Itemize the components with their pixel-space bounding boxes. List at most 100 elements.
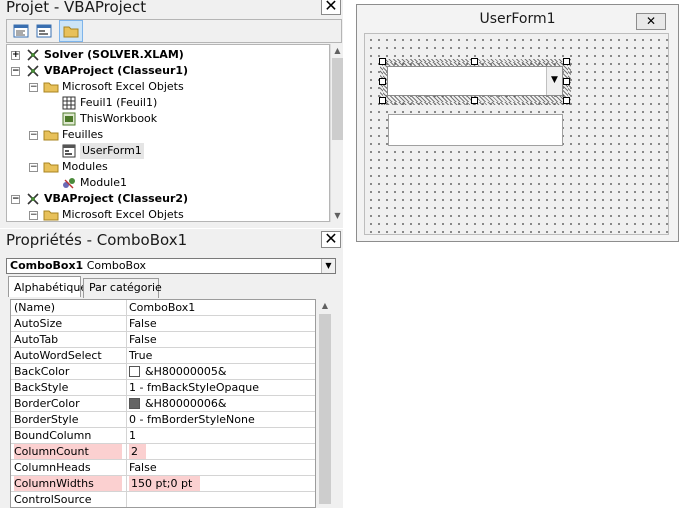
vba-project-icon: [25, 48, 41, 62]
property-row[interactable]: AutoTab False: [11, 332, 315, 348]
tree-item[interactable]: UserForm1: [7, 143, 327, 159]
property-value[interactable]: True: [129, 348, 152, 363]
collapse-icon[interactable]: −: [29, 131, 38, 140]
property-row[interactable]: AutoWordSelect True: [11, 348, 315, 364]
scroll-thumb[interactable]: [332, 58, 343, 140]
column-divider: [126, 476, 127, 492]
view-object-icon[interactable]: [36, 23, 53, 39]
color-swatch: [129, 366, 140, 377]
object-name: ComboBox1: [10, 259, 84, 272]
column-divider: [126, 396, 127, 412]
property-row[interactable]: AutoSize False: [11, 316, 315, 332]
property-value[interactable]: 1 - fmBackStyleOpaque: [129, 380, 259, 395]
column-divider: [126, 332, 127, 348]
property-row[interactable]: BorderStyle 0 - fmBorderStyleNone: [11, 412, 315, 428]
collapse-icon[interactable]: −: [11, 67, 20, 76]
column-divider: [126, 428, 127, 444]
property-value[interactable]: False: [129, 332, 157, 347]
property-row[interactable]: ColumnWidths 150 pt;0 pt: [11, 476, 315, 492]
property-value[interactable]: 1: [129, 428, 136, 443]
property-name: BorderStyle: [14, 413, 79, 426]
property-name: AutoSize: [14, 317, 63, 330]
tab-alphabetique[interactable]: Alphabétique: [8, 276, 87, 297]
toggle-folders-button[interactable]: [59, 20, 83, 42]
tree-item-label: VBAProject (Classeur1): [44, 64, 189, 77]
collapse-icon[interactable]: −: [29, 163, 38, 172]
tree-item-label: Modules: [62, 160, 108, 173]
property-value[interactable]: &H80000006&: [129, 396, 226, 411]
module-icon: [61, 176, 77, 190]
tree-item-label: UserForm1: [80, 143, 144, 159]
property-row[interactable]: ColumnHeads False: [11, 460, 315, 476]
expand-icon[interactable]: +: [11, 51, 20, 60]
properties-close-button[interactable]: ✕: [321, 231, 341, 248]
collapse-icon[interactable]: −: [29, 83, 38, 92]
properties-title: Propriétés - ComboBox1: [6, 231, 188, 249]
property-name: ColumnCount: [14, 444, 122, 459]
chevron-down-icon[interactable]: ▼: [321, 259, 335, 273]
property-name: ControlSource: [14, 493, 92, 506]
folder-icon: [43, 128, 59, 142]
tree-item-label: VBAProject (Classeur2): [44, 192, 189, 205]
project-explorer-close-button[interactable]: ✕: [321, 0, 341, 15]
properties-pane: Propriétés - ComboBox1 ✕ ComboBox1 Combo…: [0, 229, 343, 508]
property-value[interactable]: 2: [129, 444, 146, 459]
tree-item-label: Microsoft Excel Objets: [62, 208, 184, 221]
column-divider: [126, 444, 127, 460]
project-tree-scrollbar[interactable]: ▲ ▼: [330, 44, 343, 222]
object-selector-dropdown[interactable]: ComboBox1 ComboBox ▼: [6, 258, 336, 274]
tree-item[interactable]: − VBAProject (Classeur1): [7, 63, 327, 79]
property-name: ColumnWidths: [14, 476, 122, 491]
property-name: BoundColumn: [14, 429, 92, 442]
property-value[interactable]: 150 pt;0 pt: [129, 476, 201, 491]
collapse-icon[interactable]: −: [29, 211, 38, 220]
userform-close-button[interactable]: ✕: [636, 13, 666, 30]
project-explorer-pane: Projet - VBAProject ✕ + Solver (SOLVER.XL…: [0, 0, 343, 228]
tab-par-categorie[interactable]: Par catégorie: [83, 278, 162, 298]
workbook-icon: [61, 112, 77, 126]
property-value[interactable]: ComboBox1: [129, 300, 195, 315]
tree-item-label: Solver (SOLVER.XLAM): [44, 48, 184, 61]
property-value[interactable]: &H80000005&: [129, 364, 226, 379]
property-value[interactable]: False: [129, 460, 157, 475]
folder-icon: [63, 26, 79, 38]
tree-item[interactable]: − Modules: [7, 159, 327, 175]
tree-item[interactable]: Feuil1 (Feuil1): [7, 95, 327, 111]
project-explorer-title: Projet - VBAProject: [6, 0, 147, 16]
view-code-icon[interactable]: [13, 23, 30, 39]
property-name: BorderColor: [14, 397, 80, 410]
tree-item[interactable]: − Microsoft Excel Objets: [7, 207, 327, 221]
tree-item[interactable]: − Feuilles: [7, 127, 327, 143]
tree-item-label: Feuil1 (Feuil1): [80, 96, 158, 109]
scroll-up-arrow-icon[interactable]: ▲: [318, 299, 332, 313]
scroll-down-arrow-icon[interactable]: ▼: [331, 209, 344, 222]
property-value[interactable]: 0 - fmBorderStyleNone: [129, 412, 255, 427]
property-row[interactable]: BorderColor &H80000006&: [11, 396, 315, 412]
property-row[interactable]: ColumnCount 2: [11, 444, 315, 460]
property-row[interactable]: ControlSource: [11, 492, 315, 507]
object-type: ComboBox: [86, 259, 147, 272]
tree-item-label: Module1: [80, 176, 127, 189]
folder-icon: [43, 160, 59, 174]
column-divider: [126, 348, 127, 364]
properties-grid: (Name) ComboBox1 AutoSize False AutoTab False…: [10, 299, 316, 508]
scroll-thumb[interactable]: [319, 314, 331, 504]
tree-item[interactable]: − VBAProject (Classeur2): [7, 191, 327, 207]
property-row[interactable]: BackColor &H80000005&: [11, 364, 315, 380]
tree-item[interactable]: − Microsoft Excel Objets: [7, 79, 327, 95]
tree-item-label: Feuilles: [62, 128, 104, 141]
userform-canvas[interactable]: [364, 33, 669, 235]
tree-item[interactable]: + Solver (SOLVER.XLAM): [7, 47, 327, 63]
property-row[interactable]: (Name) ComboBox1: [11, 300, 315, 316]
tree-item-label: ThisWorkbook: [80, 112, 158, 125]
collapse-icon[interactable]: −: [11, 195, 20, 204]
property-value[interactable]: False: [129, 316, 157, 331]
tree-item[interactable]: Module1: [7, 175, 327, 191]
column-divider: [126, 380, 127, 396]
property-row[interactable]: BackStyle 1 - fmBackStyleOpaque: [11, 380, 315, 396]
tree-item[interactable]: ThisWorkbook: [7, 111, 327, 127]
property-row[interactable]: BoundColumn 1: [11, 428, 315, 444]
properties-grid-scrollbar[interactable]: ▲: [318, 299, 332, 508]
scroll-up-arrow-icon[interactable]: ▲: [331, 44, 344, 57]
column-divider: [126, 412, 127, 428]
